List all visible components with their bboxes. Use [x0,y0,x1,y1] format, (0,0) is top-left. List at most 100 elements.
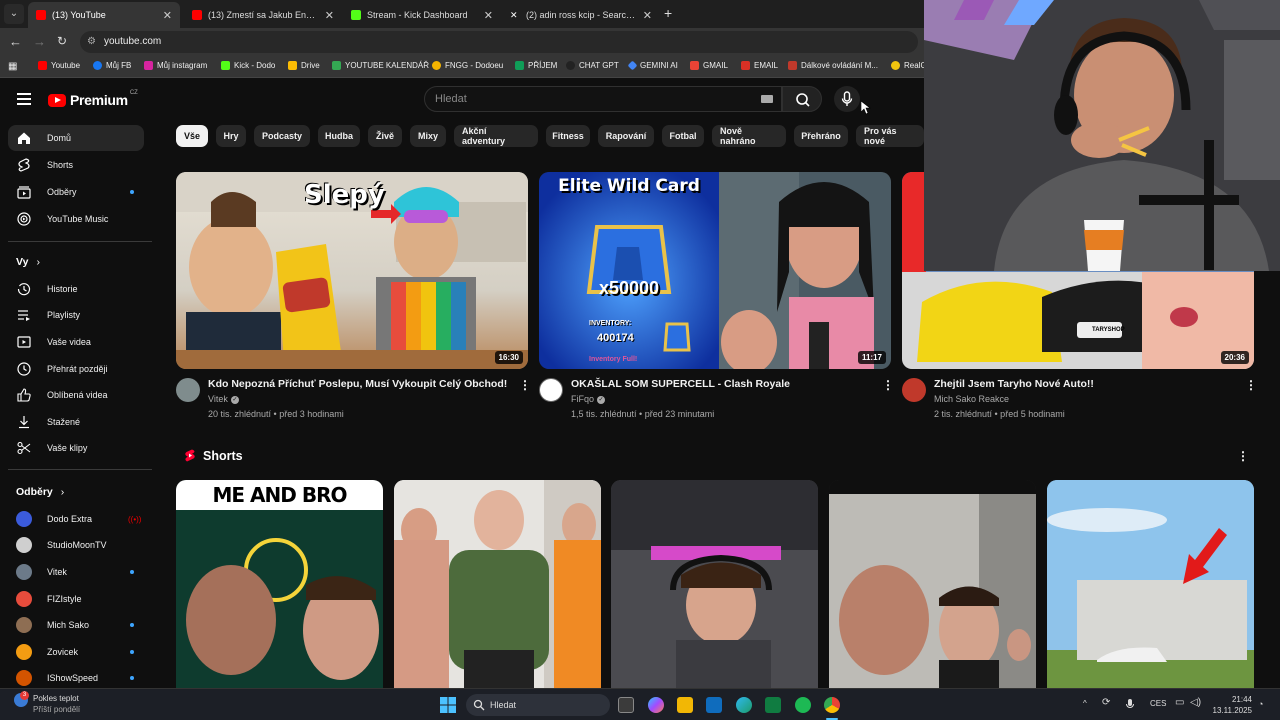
bookmark-yt-calendar[interactable]: YOUTUBE KALENDÁŘ [332,61,429,70]
bookmark-email[interactable]: EMAIL [741,61,778,70]
more-options-icon[interactable]: ⋮ [519,378,531,392]
back-arrow-icon[interactable]: ← [9,34,22,49]
channel-name[interactable]: Mich Sako Reakce [934,394,1009,404]
close-tab-icon[interactable]: ✕ [163,9,172,22]
chip-games[interactable]: Hry [216,125,246,147]
sidebar-item-youtube-music[interactable]: YouTube Music [8,206,144,232]
sidebar-sub-vitek[interactable]: Vitek [8,559,144,585]
outlook-icon[interactable] [706,697,722,713]
close-tab-icon[interactable]: ✕ [484,9,493,22]
sidebar-item-history[interactable]: Historie [8,276,144,302]
short-card[interactable] [611,480,818,688]
chip-rap[interactable]: Rapování [598,125,654,147]
chip-podcasts[interactable]: Podcasty [254,125,310,147]
short-card[interactable] [829,480,1036,688]
chip-football[interactable]: Fotbal [662,125,704,147]
voice-search-button[interactable] [834,86,860,112]
input-language[interactable]: CES [1150,699,1166,708]
tab-search-button[interactable]: ⌄ [4,4,24,24]
sidebar-sub-studiomoontv[interactable]: StudioMoonTV [8,532,144,558]
short-card[interactable] [1047,480,1254,688]
bookmark-youtube[interactable]: Youtube [38,61,80,70]
channel-avatar[interactable] [539,378,563,402]
tab-youtube[interactable]: (13) YouTube ✕ [28,2,180,28]
chip-new-to-you[interactable]: Pro vás nové [856,125,924,147]
chip-action-adventure[interactable]: Akční adventury [454,125,538,147]
tab-youtube-video[interactable]: (13) Zmestí sa Jakub Enži do La ✕ [184,2,342,28]
url-bar[interactable]: ⚙ youtube.com [80,31,918,53]
edge-icon[interactable] [736,697,752,713]
sidebar-sub-fizistyle[interactable]: FIZIstyle [8,586,144,612]
bookmark-prijem[interactable]: PŘÍJEM [515,61,557,70]
bookmark-fb[interactable]: Můj FB [93,61,131,70]
chevron-up-icon[interactable]: ^ [1083,699,1087,708]
keyboard-icon[interactable] [761,95,773,103]
search-input[interactable]: Hledat [424,86,782,112]
video-thumbnail[interactable]: Slepý 16:30 [176,172,528,369]
sidebar-item-shorts[interactable]: Shorts [8,152,144,178]
chip-watched[interactable]: Přehráno [794,125,848,147]
chip-live[interactable]: Živě [368,125,402,147]
system-clock[interactable]: 21:44 13.11.2025 [1212,694,1252,716]
tab-kick-dashboard[interactable]: Stream - Kick Dashboard ✕ [343,2,501,28]
sidebar-item-home[interactable]: Domů [8,125,144,151]
copilot-icon[interactable] [648,697,664,713]
sync-icon[interactable]: ⟳ [1102,697,1110,708]
short-card[interactable] [394,480,601,688]
channel-name[interactable]: FiFqo ✓ [571,394,606,404]
close-tab-icon[interactable]: ✕ [325,9,334,22]
chip-mixes[interactable]: Mixy [410,125,446,147]
short-card[interactable]: ME AND BRO [176,480,383,688]
bookmark-instagram[interactable]: Můj instagram [144,61,207,70]
sidebar-item-subscriptions[interactable]: Odběry [8,179,144,205]
bookmark-drive[interactable]: Drive [288,61,320,70]
sidebar-sub-mich-sako[interactable]: Mich Sako [8,612,144,638]
sidebar-item-playlists[interactable]: Playlisty [8,302,144,328]
microphone-icon[interactable] [1126,699,1134,711]
video-title[interactable]: Zhejtil Jsem Taryho Nové Auto!! [934,378,1094,390]
forward-arrow-icon[interactable]: → [33,34,46,49]
more-options-icon[interactable]: ⋮ [1237,449,1249,463]
windows-start-icon[interactable] [440,697,456,713]
video-thumbnail[interactable]: Elite Wild Card x50000 INVENTORY: 400174… [539,172,891,369]
bookmark-gemini[interactable]: GEMINI AI [627,60,678,71]
youtube-premium-logo[interactable]: Premium CZ [48,90,138,108]
notification-icon[interactable]: ◔ [1258,699,1263,709]
chip-music[interactable]: Hudba [318,125,360,147]
subscriptions-section-heading[interactable]: Odběry › [16,486,64,498]
network-icon[interactable]: ▭ [1175,697,1184,708]
close-tab-icon[interactable]: ✕ [643,9,652,22]
chip-fitness[interactable]: Fitness [546,125,590,147]
sidebar-sub-dodo-extra[interactable]: Dodo Extra ((•)) [8,506,144,532]
file-explorer-icon[interactable] [677,697,693,713]
search-button[interactable] [782,86,822,112]
volume-icon[interactable]: ◁) [1190,697,1201,708]
spotify-icon[interactable] [795,697,811,713]
sidebar-item-your-clips[interactable]: Vaše klipy [8,435,144,461]
bookmark-fngg[interactable]: FNGG - Dodoeu [432,61,503,70]
channel-name[interactable]: Vitek ✓ [208,394,239,404]
bookmark-kick[interactable]: Kick - Dodo [221,61,275,70]
chip-all[interactable]: Vše [176,125,208,147]
sidebar-sub-zovicek[interactable]: Zovicek [8,639,144,665]
site-info-icon[interactable]: ⚙ [87,36,96,47]
bookmark-chatgpt[interactable]: CHAT GPT [566,61,619,70]
you-section-heading[interactable]: Vy › [16,256,40,268]
video-title[interactable]: OKAŠLAL SOM SUPERCELL - Clash Royale [571,378,790,390]
chrome-icon[interactable] [824,697,840,713]
bookmark-realg[interactable]: RealG [891,61,927,70]
bookmark-remote[interactable]: Dálkové ovládání M... [788,61,878,70]
sidebar-item-your-videos[interactable]: Vaše videa [8,329,144,355]
weather-widget[interactable]: Pokles teplot Příští pondělí [33,693,80,715]
more-options-icon[interactable]: ⋮ [882,378,894,392]
taskbar-search-input[interactable]: Hledat [466,694,610,716]
task-view-icon[interactable] [618,697,634,713]
video-title[interactable]: Kdo Nepozná Příchuť Poslepu, Musí Vykoup… [208,378,507,390]
chip-recently-uploaded[interactable]: Nově nahráno [712,125,786,147]
channel-avatar[interactable] [902,378,926,402]
tab-x-search[interactable]: ✕ (2) adin ross kcip - Search / X ✕ [502,2,660,28]
more-options-icon[interactable]: ⋮ [1245,378,1257,392]
new-tab-button[interactable]: + [664,5,672,21]
sidebar-item-downloads[interactable]: Stažené [8,409,144,435]
reload-icon[interactable]: ↻ [57,34,67,48]
